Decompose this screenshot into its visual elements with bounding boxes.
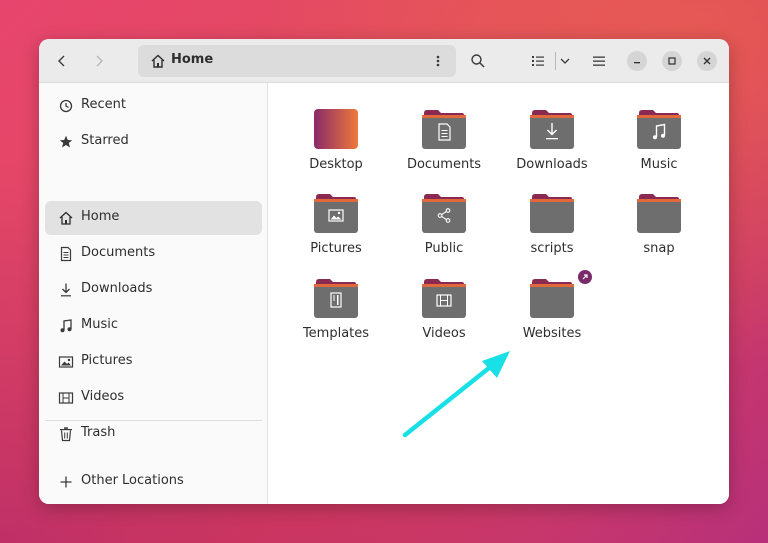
sidebar-item-documents[interactable]: Documents [45,237,262,271]
film-icon [58,392,74,404]
maximize-button[interactable] [662,51,682,71]
home-icon [59,211,73,225]
sidebar-item-label: Trash [81,425,116,440]
folder-desktop[interactable]: Desktop [286,109,386,189]
folder-websites[interactable]: Websites [502,270,602,358]
chevron-down-icon [560,58,570,64]
folder-icon [422,194,466,233]
maximize-icon [668,57,676,65]
music-note-icon [60,319,72,333]
folder-label: Pictures [310,241,362,256]
location-label: Home [171,52,214,67]
sidebar-item-label: Pictures [81,353,133,368]
folder-icon [530,194,574,233]
sidebar: Recent Starred Home Documents Downloads … [39,83,268,504]
folder-label: Websites [522,326,582,341]
sidebar-item-label: Music [81,317,118,332]
folder-label: scripts [530,241,574,256]
list-view-icon [532,56,544,66]
close-icon [703,57,711,65]
view-toggle-button[interactable] [523,46,553,76]
folder-icon [422,110,466,149]
sidebar-item-label: Downloads [81,281,153,296]
symlink-badge [578,270,592,284]
folder-pictures[interactable]: Pictures [286,193,386,273]
sidebar-item-starred[interactable]: Starred [45,125,262,159]
folder-label: Desktop [309,157,363,172]
sidebar-item-label: Home [81,209,120,224]
minimize-icon [634,62,640,64]
folder-icon [422,279,466,318]
folder-templates[interactable]: Templates [286,278,386,358]
picture-icon [58,356,74,368]
folder-label: Downloads [516,157,588,172]
file-manager-window: Home Recent Starred Home Documents Downl… [39,39,729,504]
view-options-button[interactable] [550,46,580,76]
folder-label: Videos [422,326,466,341]
folder-snap[interactable]: snap [609,193,709,273]
sidebar-item-trash[interactable]: Trash [45,417,262,451]
sidebar-separator [45,420,262,421]
folder-icon [637,194,681,233]
star-icon [59,135,73,148]
sidebar-item-downloads[interactable]: Downloads [45,273,262,307]
folder-icon [530,110,574,149]
sidebar-item-home[interactable]: Home [45,201,262,235]
desktop-folder-icon [314,109,358,149]
main-menu-button[interactable] [584,46,614,76]
clock-icon [59,99,73,113]
symlink-arrow-icon [582,274,588,280]
sidebar-item-label: Documents [81,245,156,260]
sidebar-item-label: Other Locations [81,473,184,488]
folder-label: Music [640,157,678,172]
folder-icon [530,279,574,318]
vertical-dots-icon [436,55,440,67]
minimize-button[interactable] [627,51,647,71]
folder-label: Documents [406,157,482,172]
plus-icon [60,476,72,488]
folder-label: snap [643,241,675,256]
download-icon [61,283,71,297]
chevron-right-icon [96,55,103,67]
sidebar-item-label: Recent [81,97,126,112]
folder-icon [314,194,358,233]
document-icon [60,246,72,262]
sidebar-item-videos[interactable]: Videos [45,381,262,415]
forward-button[interactable] [84,46,114,76]
back-button[interactable] [47,46,77,76]
folder-label: Public [424,241,464,256]
folder-grid: Desktop Documents Downloads Music Pictur… [269,83,729,504]
sidebar-item-pictures[interactable]: Pictures [45,345,262,379]
folder-videos[interactable]: Videos [394,278,494,358]
location-bar[interactable]: Home [138,45,456,77]
home-icon [151,54,165,68]
sidebar-item-label: Starred [81,133,129,148]
header-bar: Home [39,39,729,83]
sidebar-item-recent[interactable]: Recent [45,89,262,123]
search-button[interactable] [463,46,493,76]
folder-icon [637,110,681,149]
folder-label: Templates [302,326,370,341]
folder-icon [314,279,358,318]
sidebar-item-other-locations[interactable]: Other Locations [45,465,262,499]
folder-downloads[interactable]: Downloads [502,109,602,189]
chevron-left-icon [58,55,65,67]
folder-music[interactable]: Music [609,109,709,189]
search-icon [471,54,485,68]
sidebar-item-music[interactable]: Music [45,309,262,343]
close-button[interactable] [697,51,717,71]
hamburger-menu-icon [593,56,605,66]
sidebar-item-label: Videos [81,389,125,404]
folder-scripts[interactable]: scripts [502,193,602,273]
folder-public[interactable]: Public [394,193,494,273]
folder-documents[interactable]: Documents [394,109,494,189]
trash-icon [60,427,72,442]
path-menu-button[interactable] [428,49,448,73]
